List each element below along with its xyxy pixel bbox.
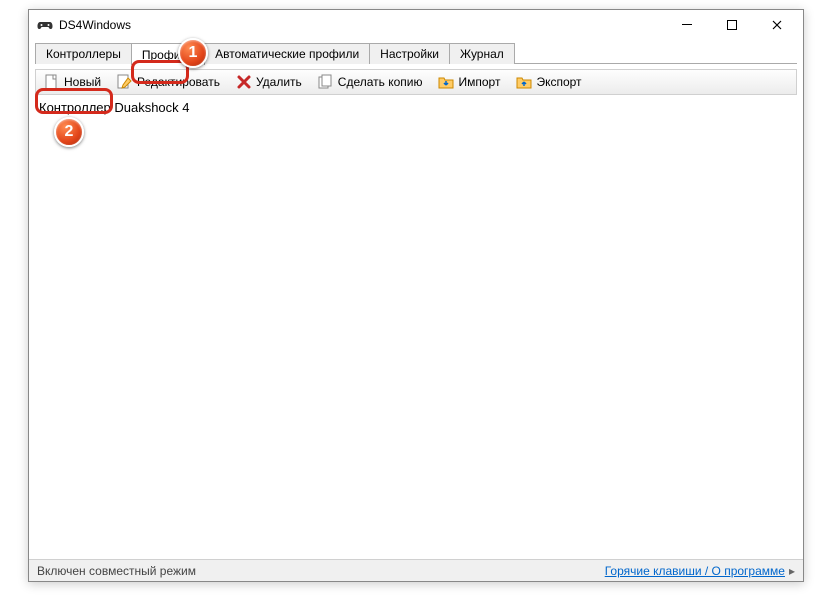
edit-icon — [117, 74, 133, 90]
window-title: DS4Windows — [59, 18, 664, 32]
edit-label: Редактировать — [137, 75, 220, 89]
tab-strip: Контроллеры Профили Автоматические профи… — [29, 40, 803, 64]
statusbar: Включен совместный режим Горячие клавиши… — [29, 559, 803, 581]
export-label: Экспорт — [536, 75, 581, 89]
import-icon — [438, 74, 454, 90]
tab-settings[interactable]: Настройки — [369, 43, 450, 64]
profiles-list[interactable]: Контроллер Duakshock 4 — [35, 97, 797, 559]
duplicate-button[interactable]: Сделать копию — [314, 72, 427, 92]
close-button[interactable] — [754, 11, 799, 39]
delete-button[interactable]: Удалить — [232, 72, 306, 92]
minimize-button[interactable] — [664, 11, 709, 39]
list-item[interactable]: Контроллер Duakshock 4 — [39, 99, 793, 116]
new-icon — [44, 74, 60, 90]
titlebar: DS4Windows — [29, 10, 803, 40]
new-label: Новый — [64, 75, 101, 89]
new-button[interactable]: Новый — [40, 72, 105, 92]
app-window: DS4Windows Контроллеры Профили Автоматич… — [28, 9, 804, 582]
export-button[interactable]: Экспорт — [512, 72, 585, 92]
import-button[interactable]: Импорт — [434, 72, 504, 92]
duplicate-icon — [318, 74, 334, 90]
hotkeys-about-link[interactable]: Горячие клавиши / О программе — [605, 564, 785, 578]
edit-button[interactable]: Редактировать — [113, 72, 224, 92]
maximize-button[interactable] — [709, 11, 754, 39]
window-controls — [664, 11, 799, 39]
delete-label: Удалить — [256, 75, 302, 89]
tab-auto-profiles[interactable]: Автоматические профили — [204, 43, 370, 64]
tab-controllers[interactable]: Контроллеры — [35, 43, 132, 64]
export-icon — [516, 74, 532, 90]
tab-profiles[interactable]: Профили — [131, 43, 205, 65]
delete-icon — [236, 74, 252, 90]
tab-log[interactable]: Журнал — [449, 43, 515, 64]
import-label: Импорт — [458, 75, 500, 89]
chevron-right-icon: ▸ — [789, 564, 795, 578]
status-mode: Включен совместный режим — [37, 564, 196, 578]
toolbar: Новый Редактировать Удалить Сделать копи… — [35, 69, 797, 95]
app-icon — [37, 17, 53, 33]
duplicate-label: Сделать копию — [338, 75, 423, 89]
